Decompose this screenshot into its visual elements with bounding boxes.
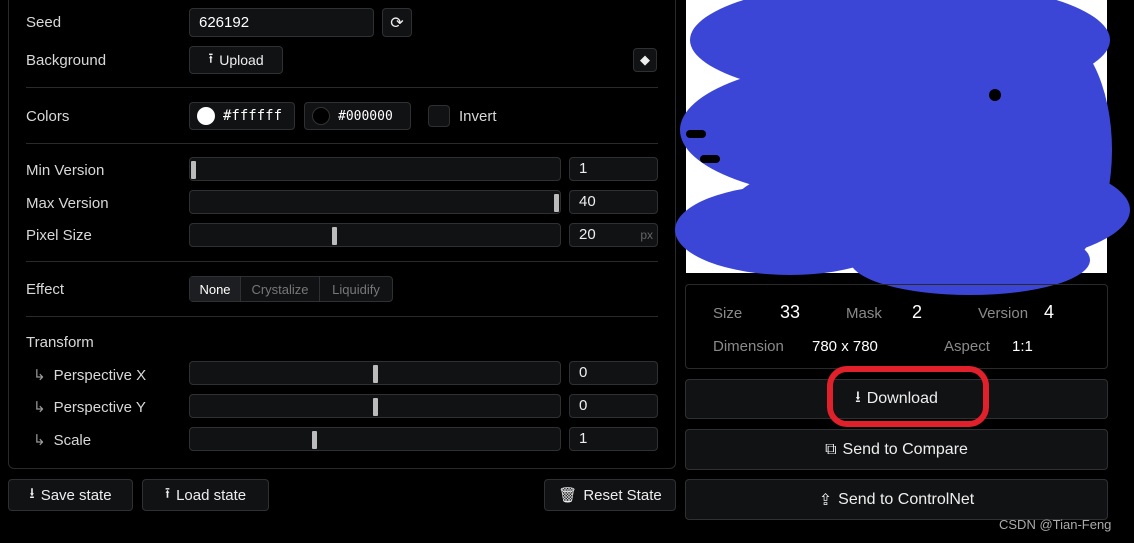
perspective-x-label: ↳ Perspective X [33, 367, 147, 384]
perspective-y-slider[interactable] [189, 394, 561, 418]
dark-swatch [312, 107, 330, 125]
dimension-value: 780 x 780 [812, 338, 878, 355]
refresh-icon: ⟳ [390, 14, 404, 32]
divider [26, 143, 658, 144]
pixel-size-input[interactable]: 20 px [569, 223, 658, 247]
upload-icon: ⭱ [208, 50, 214, 66]
divider [26, 87, 658, 88]
seed-label: Seed [26, 14, 62, 31]
qr-stats: Size 33 Mask 2 Version 4 Dimension 780 x… [685, 284, 1108, 369]
light-swatch [197, 107, 215, 125]
highlight-annotation [827, 366, 989, 427]
compare-icon: ⧉ [825, 440, 837, 458]
pixel-size-value: 20 [579, 226, 596, 243]
send-to-controlnet-button[interactable]: ⇪ Send to ControlNet [685, 479, 1108, 520]
version-label: Version [978, 305, 1029, 322]
version-value: 4 [1044, 302, 1055, 322]
paint-bucket-button[interactable]: ◆ [633, 48, 657, 72]
load-label: Load state [176, 486, 247, 504]
light-color-picker[interactable]: #ffffff [189, 102, 295, 130]
invert-label: Invert [459, 108, 497, 125]
aspect-label: Aspect [944, 338, 990, 355]
reset-label: Reset State [583, 486, 662, 504]
effect-segmented-control: None Crystalize Liquidify [189, 276, 393, 302]
send-to-compare-button[interactable]: ⧉ Send to Compare [685, 429, 1108, 470]
upload-label: Upload [219, 52, 264, 68]
file-upload-icon: ⇪ [818, 491, 833, 509]
colors-label: Colors [26, 108, 70, 125]
perspective-x-input[interactable]: 0 [569, 361, 658, 385]
min-version-slider[interactable] [189, 157, 561, 181]
dimension-label: Dimension [713, 338, 784, 355]
load-state-button[interactable]: ⭱ Load state [142, 479, 269, 511]
size-value: 33 [780, 302, 801, 322]
save-icon: ⭳ [29, 484, 35, 502]
size-label: Size [713, 305, 743, 322]
effect-crystalize[interactable]: Crystalize [241, 277, 320, 301]
compare-label: Send to Compare [842, 440, 968, 458]
slider-thumb[interactable] [373, 365, 378, 383]
slider-thumb[interactable] [312, 431, 317, 449]
aspect-value: 1:1 [1012, 338, 1033, 355]
effect-label: Effect [26, 281, 65, 298]
min-version-input[interactable]: 1 [569, 157, 658, 181]
save-label: Save state [40, 486, 112, 504]
effect-none[interactable]: None [190, 277, 241, 301]
light-color-value: #ffffff [223, 108, 283, 124]
qr-preview-image [675, 0, 1130, 295]
effect-liquidify[interactable]: Liquidify [320, 277, 392, 301]
slider-thumb[interactable] [332, 227, 337, 245]
slider-thumb[interactable] [554, 194, 559, 212]
scale-input[interactable]: 1 [569, 427, 658, 451]
invert-checkbox[interactable] [428, 105, 450, 127]
scale-slider[interactable] [189, 427, 561, 451]
upload-button[interactable]: ⭱ Upload [189, 46, 283, 74]
scale-label: ↳ Scale [33, 432, 92, 449]
perspective-y-label: ↳ Perspective Y [33, 399, 146, 416]
paint-bucket-icon: ◆ [640, 52, 650, 67]
pixel-size-label: Pixel Size [26, 227, 92, 244]
seed-input[interactable]: 626192 [189, 8, 374, 37]
randomize-seed-button[interactable]: ⟳ [382, 8, 412, 37]
transform-label: Transform [26, 334, 94, 351]
slider-thumb[interactable] [373, 398, 378, 416]
watermark: CSDN @Tian-Feng [999, 517, 1112, 532]
controlnet-label: Send to ControlNet [838, 490, 975, 508]
slider-thumb[interactable] [191, 161, 196, 179]
unit-label: px [640, 228, 653, 242]
min-version-label: Min Version [26, 162, 105, 179]
divider [26, 316, 658, 317]
reset-state-button[interactable]: 🗑 Reset State [544, 479, 676, 511]
dark-color-picker[interactable]: #000000 [304, 102, 411, 130]
max-version-slider[interactable] [189, 190, 561, 214]
save-state-button[interactable]: ⭳ Save state [8, 479, 133, 511]
pixel-size-slider[interactable] [189, 223, 561, 247]
load-icon: ⭱ [164, 484, 171, 502]
perspective-x-slider[interactable] [189, 361, 561, 385]
trash-icon: 🗑 [558, 487, 578, 504]
dark-color-value: #000000 [338, 108, 393, 124]
mask-label: Mask [846, 305, 882, 322]
perspective-y-input[interactable]: 0 [569, 394, 658, 418]
mask-value: 2 [912, 302, 923, 322]
background-label: Background [26, 52, 107, 69]
max-version-input[interactable]: 40 [569, 190, 658, 214]
max-version-label: Max Version [26, 195, 109, 212]
divider [26, 261, 658, 262]
